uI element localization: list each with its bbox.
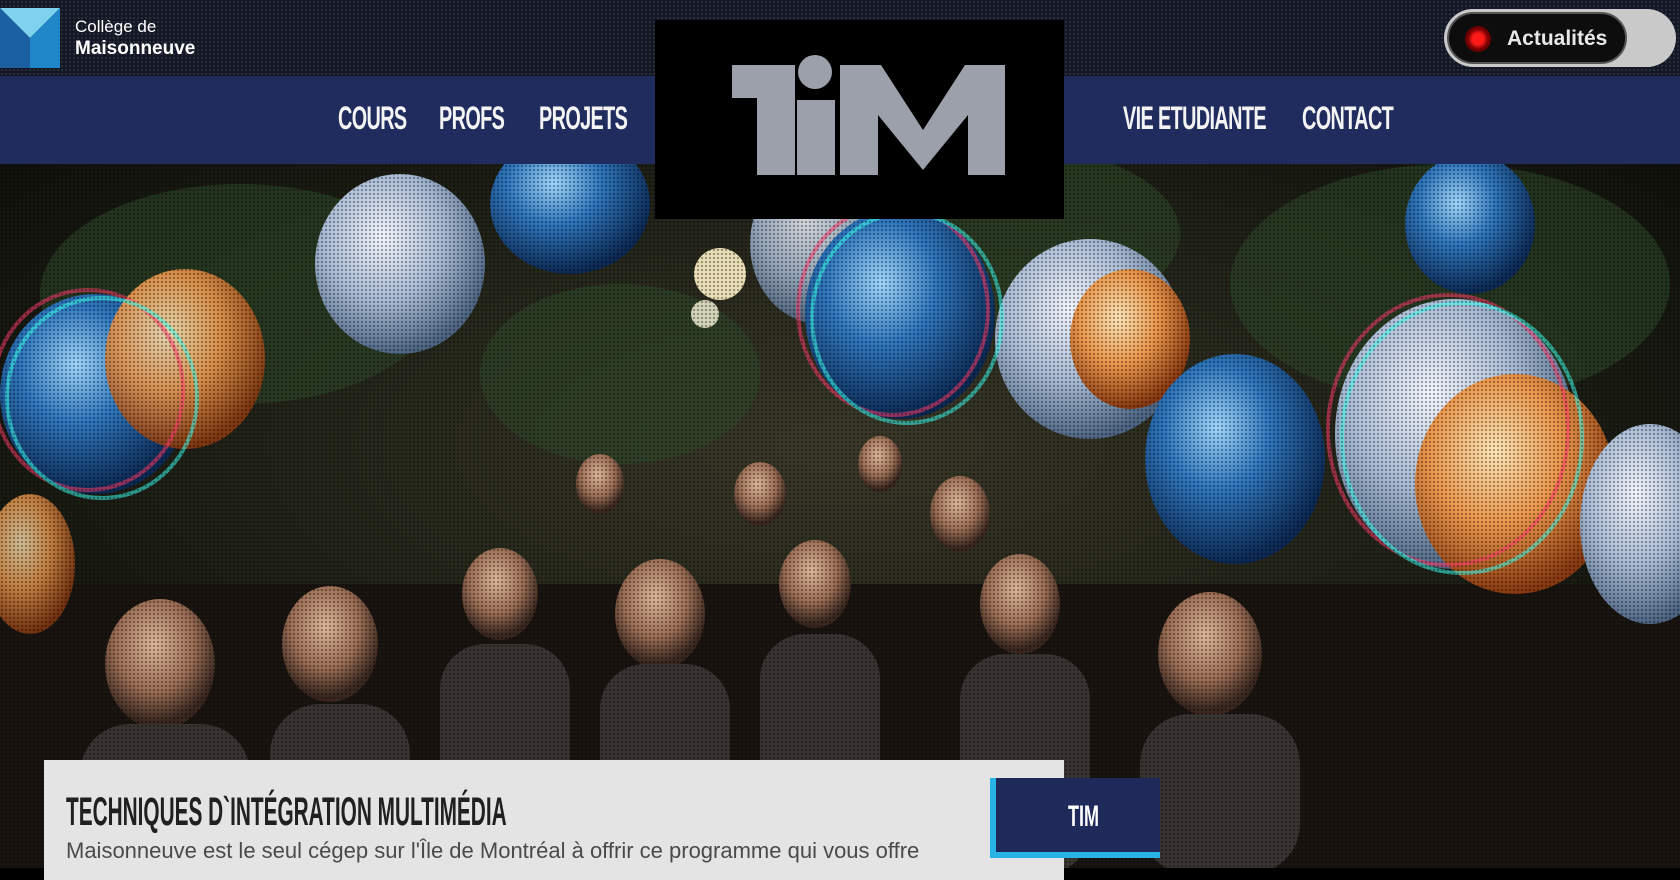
nav-link-profs[interactable]: PROFS	[439, 100, 505, 137]
news-toggle[interactable]: Actualités	[1444, 9, 1676, 67]
program-title: TECHNIQUES D`INTÉGRATION MULTIMÉDIA	[66, 790, 507, 834]
college-maisonneuve-logo-icon[interactable]	[0, 8, 60, 68]
college-name[interactable]: Collège de Maisonneuve	[75, 16, 195, 60]
tim-logo-mark-icon	[732, 55, 1005, 175]
tim-logo[interactable]	[655, 20, 1064, 219]
live-indicator-icon	[1465, 26, 1491, 52]
tim-button[interactable]: TIM	[990, 778, 1160, 858]
tim-button-label: TIM	[1068, 800, 1099, 833]
nav-link-projets[interactable]: PROJETS	[539, 100, 628, 137]
program-info-card: TECHNIQUES D`INTÉGRATION MULTIMÉDIA Mais…	[44, 760, 1064, 880]
college-name-line1: Collège de	[75, 17, 157, 36]
nav-link-contact[interactable]: CONTACT	[1302, 100, 1394, 137]
nav-link-cours[interactable]: COURS	[338, 100, 407, 137]
nav-link-vie-etudiante[interactable]: VIE ETUDIANTE	[1123, 100, 1267, 137]
news-toggle-label: Actualités	[1507, 27, 1608, 50]
college-name-line2: Maisonneuve	[75, 38, 196, 59]
news-toggle-knob: Actualités	[1447, 12, 1627, 64]
program-description: Maisonneuve est le seul cégep sur l'Île …	[66, 838, 920, 863]
